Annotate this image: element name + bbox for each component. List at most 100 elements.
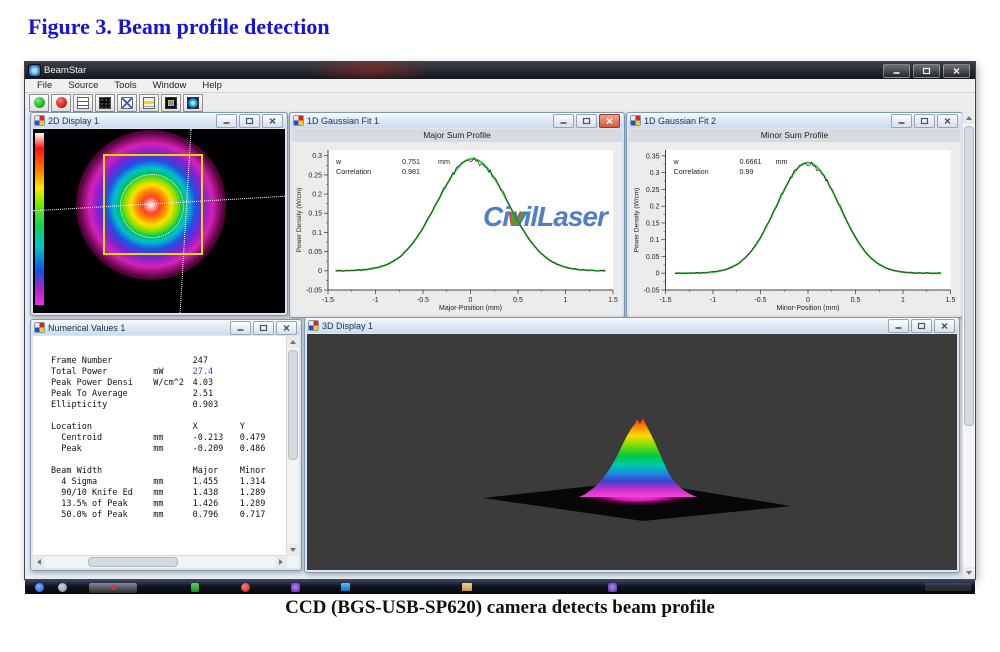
scroll-thumb[interactable] bbox=[88, 557, 178, 567]
gaussian-fit-2-maximize-button[interactable] bbox=[914, 114, 935, 128]
gaussian-fit-1-title: 1D Gaussian Fit 1 bbox=[307, 116, 379, 126]
2d-display-window-controls bbox=[216, 114, 283, 128]
toolbar-numeric-button[interactable] bbox=[139, 94, 159, 112]
scroll-left-button[interactable] bbox=[33, 556, 45, 568]
2d-display-close-button[interactable] bbox=[262, 114, 283, 128]
value-label: Location bbox=[51, 422, 153, 433]
toolbar-noise-button[interactable] bbox=[95, 94, 115, 112]
2d-display-minimize-button[interactable] bbox=[216, 114, 237, 128]
gaussian-fit-2-close-button[interactable] bbox=[937, 114, 958, 128]
taskbar-app-green-icon[interactable] bbox=[191, 583, 199, 592]
mdi-client-area: 2D Display 1 1D Gaussian Fit 1 bbox=[25, 112, 975, 579]
taskbar-browser-icon[interactable] bbox=[58, 583, 67, 592]
gaussian-fit-1-close-button[interactable] bbox=[599, 114, 620, 128]
taskbar-app-purple-icon[interactable] bbox=[291, 583, 300, 592]
y-tick-label: 0.3 bbox=[650, 170, 660, 177]
taskbar-app-blue-icon[interactable] bbox=[341, 583, 350, 591]
value-cell: 2.51 bbox=[193, 389, 240, 400]
menu-tools[interactable]: Tools bbox=[106, 80, 144, 91]
app-minimize-button[interactable] bbox=[883, 64, 910, 78]
2d-display-maximize-button[interactable] bbox=[239, 114, 260, 128]
form-icon bbox=[35, 116, 44, 125]
taskbar-folder-icon[interactable] bbox=[462, 583, 472, 591]
numerical-row: Beam WidthMajorMinor bbox=[51, 466, 287, 477]
taskbar-app-red-icon[interactable] bbox=[241, 583, 250, 592]
scroll-thumb[interactable] bbox=[288, 350, 298, 460]
3d-display-close-button[interactable] bbox=[934, 319, 955, 333]
beamstar-window: BeamStar FileSourceToolsWindowHelp 2D Di… bbox=[25, 62, 975, 579]
system-tray[interactable] bbox=[925, 583, 971, 591]
gaussian-fit-2-title: 1D Gaussian Fit 2 bbox=[644, 116, 716, 126]
numerical-values-window-controls bbox=[230, 321, 297, 335]
scroll-up-button[interactable] bbox=[287, 336, 299, 348]
y-tick-label: 0.2 bbox=[312, 192, 322, 199]
watermark-v-logo: v bbox=[509, 201, 524, 232]
numerical-horizontal-scrollbar[interactable] bbox=[33, 555, 287, 568]
menu-source[interactable]: Source bbox=[60, 80, 106, 91]
gaussian-fit-2-minimize-button[interactable] bbox=[891, 114, 912, 128]
gaussian-fit-1-maximize-button[interactable] bbox=[576, 114, 597, 128]
scrollbar-corner bbox=[287, 556, 299, 568]
numerical-row: Peak Power DensiW/cm^24.03 bbox=[51, 378, 287, 389]
window-gaussian-fit-2: 1D Gaussian Fit 2 Minor Sum Profile 0.35… bbox=[626, 112, 963, 318]
2d-display-title: 2D Display 1 bbox=[48, 116, 99, 126]
3d-display-titlebar[interactable]: 3D Display 1 bbox=[306, 318, 958, 333]
gaussian-fit-1-titlebar[interactable]: 1D Gaussian Fit 1 bbox=[291, 113, 623, 128]
value-cell: 0.717 bbox=[240, 510, 287, 521]
scroll-down-button[interactable] bbox=[963, 567, 975, 579]
client-vertical-scrollbar[interactable] bbox=[962, 112, 975, 579]
taskbar-app-violet-icon[interactable] bbox=[608, 583, 617, 592]
numerical-values-maximize-button[interactable] bbox=[253, 321, 274, 335]
value-cell bbox=[240, 389, 287, 400]
taskbar-start-orb-icon[interactable] bbox=[35, 583, 44, 592]
gaussian-fit-1-minimize-button[interactable] bbox=[553, 114, 574, 128]
legend-text: 0.981 bbox=[402, 167, 420, 176]
numerical-row: LocationXY bbox=[51, 422, 287, 433]
toolbar-record-button[interactable] bbox=[51, 94, 71, 112]
windows-taskbar[interactable] bbox=[25, 580, 975, 594]
value-cell: X bbox=[193, 422, 240, 433]
intensity-colorbar bbox=[35, 133, 44, 305]
numerical-row: 4 Sigmamm1.4551.314 bbox=[51, 477, 287, 488]
display3d-icon bbox=[187, 97, 199, 109]
value-label: Beam Width bbox=[51, 466, 153, 477]
y-tick-label: -0.05 bbox=[306, 287, 322, 294]
numerical-values-minimize-button[interactable] bbox=[230, 321, 251, 335]
legend-text: w bbox=[673, 157, 680, 166]
value-cell: mW bbox=[153, 367, 192, 378]
toolbar-display3d-button[interactable] bbox=[183, 94, 203, 112]
x-tick-label: 0.5 bbox=[513, 297, 523, 304]
toolbar-start-button[interactable] bbox=[29, 94, 49, 112]
3d-display-maximize-button[interactable] bbox=[911, 319, 932, 333]
legend-text: mm bbox=[438, 157, 450, 166]
3d-display-window-controls bbox=[888, 319, 955, 333]
noise-icon bbox=[99, 97, 111, 109]
toolbar-display2d-button[interactable] bbox=[161, 94, 181, 112]
scroll-thumb[interactable] bbox=[964, 126, 974, 426]
scroll-up-button[interactable] bbox=[963, 112, 975, 124]
toolbar-fit-button[interactable] bbox=[117, 94, 137, 112]
3d-beam-cone bbox=[579, 418, 697, 497]
civillaser-watermark: CivilLaser bbox=[483, 201, 607, 233]
menu-file[interactable]: File bbox=[29, 80, 60, 91]
app-titlebar[interactable]: BeamStar bbox=[25, 62, 975, 79]
toolbar-levels-button[interactable] bbox=[73, 94, 93, 112]
scroll-down-button[interactable] bbox=[287, 544, 299, 556]
numerical-table: Frame Number247Total PowermW27.4Peak Pow… bbox=[33, 336, 287, 556]
menu-help[interactable]: Help bbox=[194, 80, 230, 91]
value-label: 50.0% of Peak bbox=[51, 510, 153, 521]
numerical-vertical-scrollbar[interactable] bbox=[286, 336, 299, 556]
2d-display-titlebar[interactable]: 2D Display 1 bbox=[32, 113, 286, 128]
numerical-values-close-button[interactable] bbox=[276, 321, 297, 335]
app-maximize-button[interactable] bbox=[913, 64, 940, 78]
numerical-row: 13.5% of Peakmm1.4261.289 bbox=[51, 499, 287, 510]
app-close-button[interactable] bbox=[943, 64, 970, 78]
numerical-values-titlebar[interactable]: Numerical Values 1 bbox=[32, 320, 300, 335]
value-cell bbox=[240, 367, 287, 378]
record-icon bbox=[56, 97, 67, 108]
gaussian-fit-2-titlebar[interactable]: 1D Gaussian Fit 2 bbox=[628, 113, 961, 128]
scroll-right-button[interactable] bbox=[275, 556, 287, 568]
legend-text: Correlation bbox=[674, 167, 709, 176]
menu-window[interactable]: Window bbox=[145, 80, 195, 91]
3d-display-minimize-button[interactable] bbox=[888, 319, 909, 333]
